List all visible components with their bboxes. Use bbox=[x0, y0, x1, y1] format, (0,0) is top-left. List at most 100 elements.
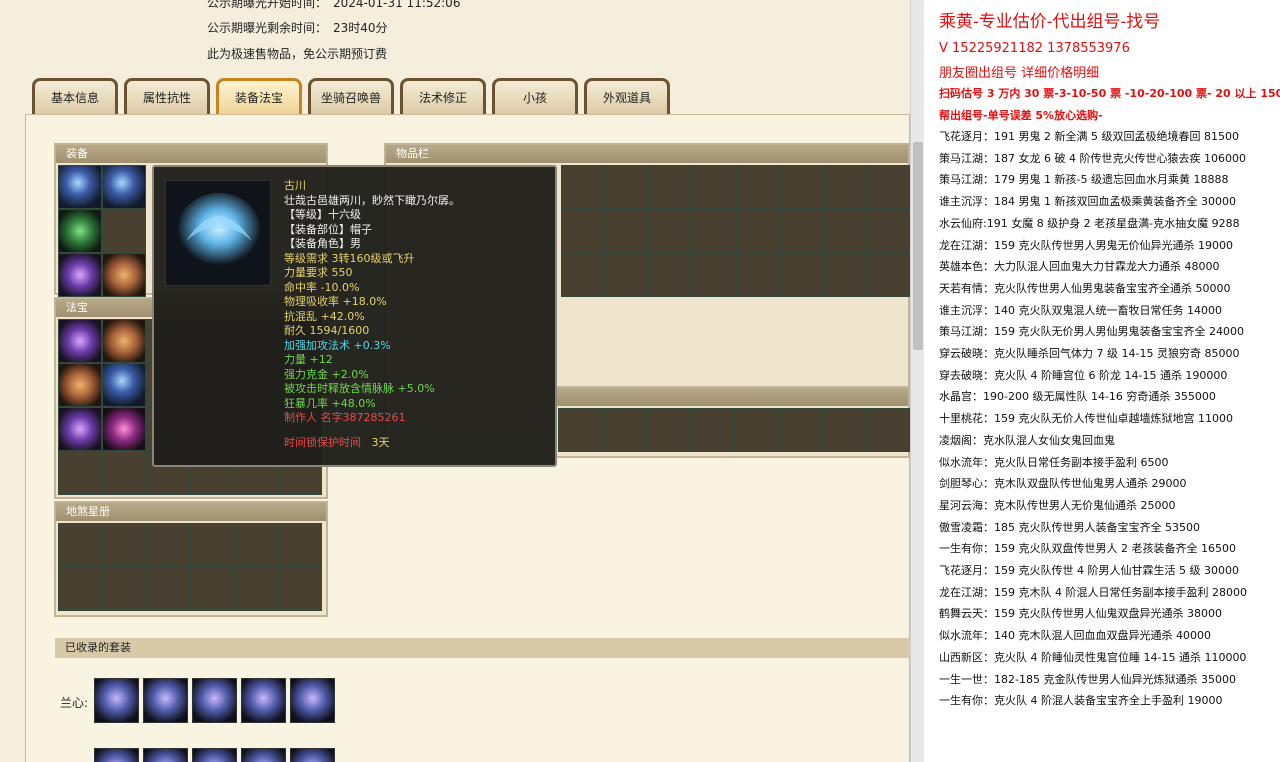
inventory-slot[interactable] bbox=[734, 408, 778, 452]
inventory-slot[interactable] bbox=[825, 165, 869, 209]
document-pane: 乘黄-专业估价-代出组号-找号 V 15225921182 1378553976… bbox=[924, 0, 1280, 762]
suit-item-icon[interactable] bbox=[290, 678, 335, 723]
inventory-slot[interactable] bbox=[737, 209, 781, 253]
game-panel: 公示期曝光开始时间： 2024-01-31 11:52:06 公示期曝光剩余时间：… bbox=[0, 0, 910, 762]
equip-slot-sword-icon[interactable] bbox=[58, 209, 102, 253]
dishe-slot[interactable] bbox=[234, 523, 278, 567]
inventory-slot[interactable] bbox=[869, 165, 910, 209]
dishe-slot[interactable] bbox=[190, 567, 234, 611]
doc-entry: 似水流年：克火队日常任务副本接手盈利 6500 bbox=[939, 455, 1169, 469]
tab-attributes[interactable]: 属性抗性 bbox=[124, 78, 210, 114]
dishe-slot[interactable] bbox=[190, 523, 234, 567]
inventory-slot[interactable] bbox=[605, 209, 649, 253]
fabao-slot-ring-icon[interactable] bbox=[102, 407, 146, 451]
doc-entry: 策马江湖：187 女龙 6 破 4 阶传世克火传世心猿去疾 106000 bbox=[939, 151, 1246, 165]
fabao-slot-bell-icon[interactable] bbox=[58, 407, 102, 451]
item-protect-value: 3天 bbox=[371, 435, 390, 449]
vertical-scrollbar[interactable] bbox=[910, 0, 924, 762]
dishe-slot[interactable] bbox=[234, 567, 278, 611]
suit-item-icon[interactable] bbox=[192, 748, 237, 762]
suit-item-icon[interactable] bbox=[290, 748, 335, 762]
fabao-slot-fan-icon[interactable] bbox=[102, 363, 146, 407]
fabao-slot-chest-icon[interactable] bbox=[58, 363, 102, 407]
tab-mounts-summons[interactable]: 坐骑召唤兽 bbox=[308, 78, 394, 114]
inventory-slot[interactable] bbox=[869, 253, 910, 297]
inventory-slot[interactable] bbox=[737, 253, 781, 297]
inventory-slot[interactable] bbox=[690, 408, 734, 452]
suit-item-icon[interactable] bbox=[143, 678, 188, 723]
item-str-req: 力量要求 550 bbox=[284, 266, 353, 279]
doc-entry: 飞花逐月：191 男鬼 2 新全满 5 级双回孟极绝境春回 81500 bbox=[939, 130, 1239, 143]
inventory-slot[interactable] bbox=[561, 253, 605, 297]
inventory-slot[interactable] bbox=[693, 209, 737, 253]
inventory-slot[interactable] bbox=[561, 209, 605, 253]
fabao-slot-scroll-icon[interactable] bbox=[58, 319, 102, 363]
fabao-slot[interactable] bbox=[58, 451, 102, 495]
item-anti: 抗混乱 +42.0% bbox=[284, 309, 365, 323]
item-name: 古川 bbox=[284, 179, 306, 192]
equip-slot-boots-icon[interactable] bbox=[102, 253, 146, 297]
suit-label: 兰心: bbox=[60, 696, 89, 710]
inventory-panel-title: 物品栏 bbox=[386, 145, 908, 163]
inventory-slot[interactable] bbox=[822, 408, 866, 452]
suit-item-icon[interactable] bbox=[143, 748, 188, 762]
dishe-slot[interactable] bbox=[146, 567, 190, 611]
item-protect: 时间锁保护时间 3天 bbox=[284, 436, 460, 451]
suit-item-icon[interactable] bbox=[241, 748, 286, 762]
inventory-slot[interactable] bbox=[825, 253, 869, 297]
scrollbar-thumb[interactable] bbox=[913, 142, 923, 350]
equip-slot-helmet-icon[interactable] bbox=[102, 165, 146, 209]
item-desc: 壮哉古邑雄两川，眇然下瞰乃尔孱。 bbox=[284, 193, 460, 207]
inventory-slot[interactable] bbox=[778, 408, 822, 452]
tab-appearance[interactable]: 外观道具 bbox=[584, 78, 670, 114]
dishe-slot[interactable] bbox=[278, 523, 322, 567]
dishe-slot[interactable] bbox=[58, 523, 102, 567]
tab-equipment[interactable]: 装备法宝 bbox=[216, 78, 302, 114]
fabao-slot-box-icon[interactable] bbox=[102, 319, 146, 363]
inventory-slot[interactable] bbox=[825, 209, 869, 253]
item-special-4: 被攻击时释放含情脉脉 +5.0% bbox=[284, 382, 435, 395]
inventory-slot[interactable] bbox=[869, 209, 910, 253]
inventory-slot[interactable] bbox=[561, 165, 605, 209]
inventory-slot[interactable] bbox=[693, 165, 737, 209]
doc-entry: 英雄本色：大力队混人回血鬼大力甘霖龙大力通杀 48000 bbox=[939, 260, 1220, 274]
inventory-slot[interactable] bbox=[737, 165, 781, 209]
inventory-slot[interactable] bbox=[649, 253, 693, 297]
inventory-slot[interactable] bbox=[693, 253, 737, 297]
suit-item-icon[interactable] bbox=[94, 748, 139, 762]
inventory-slot[interactable] bbox=[605, 253, 649, 297]
equip-slot-armor-icon[interactable] bbox=[58, 253, 102, 297]
item-special-1: 加强加攻法术 +0.3% bbox=[284, 338, 391, 352]
inventory-slot[interactable] bbox=[781, 253, 825, 297]
tab-child[interactable]: 小孩 bbox=[492, 78, 578, 114]
inventory-slot[interactable] bbox=[866, 408, 910, 452]
inventory-slot[interactable] bbox=[781, 209, 825, 253]
equip-slot-empty[interactable] bbox=[102, 209, 146, 253]
inventory-slot[interactable] bbox=[649, 165, 693, 209]
inventory-slot[interactable] bbox=[605, 165, 649, 209]
inventory-slot[interactable] bbox=[646, 408, 690, 452]
dishe-slot[interactable] bbox=[278, 567, 322, 611]
doc-entry: 龙在江湖：159 克木队 4 阶混人日常任务副本接手盈利 28000 bbox=[939, 585, 1247, 599]
tab-spell-correction[interactable]: 法术修正 bbox=[400, 78, 486, 114]
fabao-slot[interactable] bbox=[102, 451, 146, 495]
dishe-slot[interactable] bbox=[58, 567, 102, 611]
tab-basic-info[interactable]: 基本信息 bbox=[32, 78, 118, 114]
suit-item-icon[interactable] bbox=[241, 678, 286, 723]
doc-circle: 朋友圈出组号 详细价格明细 bbox=[939, 66, 1100, 81]
dishe-slot[interactable] bbox=[102, 523, 146, 567]
inventory-lower-head bbox=[556, 388, 908, 406]
inventory-lower-grid bbox=[556, 406, 910, 454]
inventory-slot[interactable] bbox=[602, 408, 646, 452]
item-phys: 物理吸收率 +18.0% bbox=[284, 295, 387, 308]
suit-item-icon[interactable] bbox=[192, 678, 237, 723]
inventory-slot[interactable] bbox=[558, 408, 602, 452]
equip-slot-weapon-icon[interactable] bbox=[58, 165, 102, 209]
inventory-slot[interactable] bbox=[649, 209, 693, 253]
suit-item-icon[interactable] bbox=[94, 678, 139, 723]
dishe-slot[interactable] bbox=[146, 523, 190, 567]
doc-entry: 一生有你：159 克火队双盘传世男人 2 老孩装备齐全 16500 bbox=[939, 542, 1236, 556]
tooltip-text: 古川 壮哉古邑雄两川，眇然下瞰乃尔孱。 【等级】十六级 【装备部位】帽子 【装备… bbox=[284, 179, 460, 450]
dishe-slot[interactable] bbox=[102, 567, 146, 611]
inventory-slot[interactable] bbox=[781, 165, 825, 209]
